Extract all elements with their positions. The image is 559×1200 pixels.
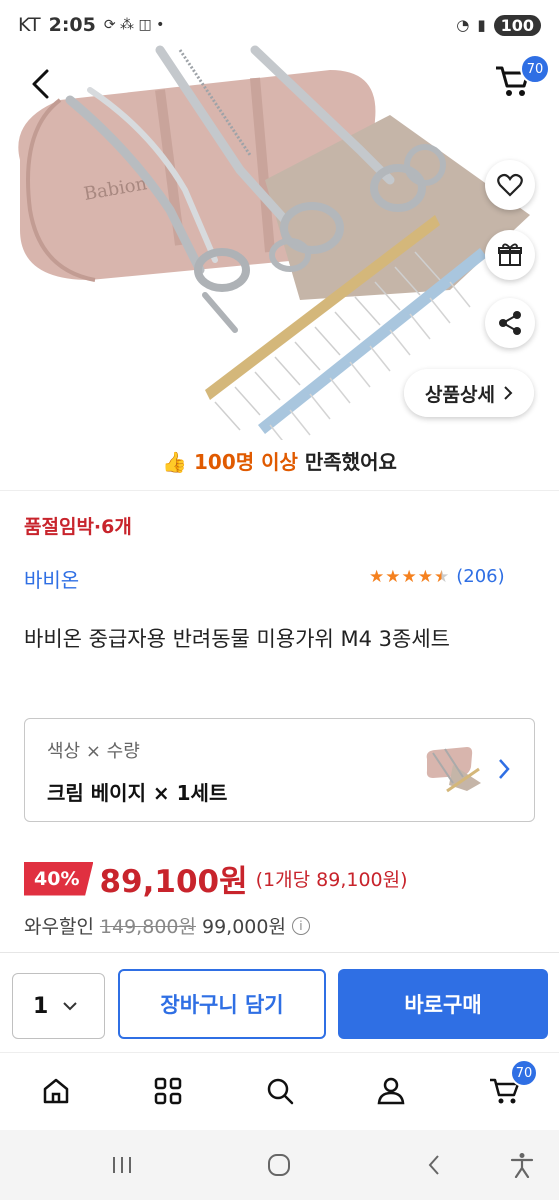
share-icon (499, 311, 521, 335)
cart-count-badge: 70 (520, 54, 550, 84)
satisfaction-count: 100명 이상 (193, 450, 298, 474)
original-price: 149,800원 (99, 916, 196, 938)
battery-indicator: 100 (493, 14, 541, 36)
product-title: 바비온 중급자용 반려동물 미용가위 M4 3종세트 (24, 627, 450, 651)
star-icon: ★ (401, 566, 417, 587)
discount-badge: 40% (24, 861, 94, 896)
purchase-action-bar: 1 장바구니 담기 바로구매 (0, 952, 559, 1052)
recent-apps-icon (113, 1157, 131, 1173)
home-system-button[interactable] (259, 1148, 299, 1182)
half-star-icon: ★ (434, 566, 450, 587)
unit-price: (1개당 89,100원) (255, 869, 408, 891)
thumbs-up-icon: 👍 (162, 450, 188, 474)
tab-categories[interactable] (146, 1071, 190, 1111)
clock: 2:05 (48, 14, 96, 36)
tab-my-account[interactable] (369, 1071, 413, 1111)
price-row: 40% 89,100원 (1개당 89,100원) (24, 856, 408, 901)
home-icon (43, 1078, 69, 1104)
wow-discount-row: 와우할인 149,800원 99,000원 i (24, 912, 310, 939)
stock-notice: 품절임박·6개 (24, 516, 132, 538)
search-icon (267, 1078, 294, 1105)
home-circle-icon (268, 1154, 290, 1176)
quantity-select[interactable]: 1 (12, 973, 105, 1039)
review-count: (206) (456, 566, 505, 587)
grid-icon (154, 1077, 182, 1105)
bottom-tab-bar: 70 (0, 1052, 559, 1130)
option-value: 크림 베이지 × 1세트 (47, 781, 228, 805)
share-button[interactable] (485, 298, 535, 348)
option-label: 색상 × 수량 (47, 741, 140, 762)
gift-icon (498, 243, 522, 266)
tab-search[interactable] (258, 1071, 302, 1111)
cart-count-badge: 70 (510, 1059, 538, 1087)
signal-icon: ▮ (477, 16, 486, 34)
satisfaction-text: 만족했어요 (297, 450, 397, 474)
quantity-value: 1 (33, 993, 49, 1019)
gift-button[interactable] (485, 230, 535, 280)
star-icon: ★ (369, 566, 385, 587)
back-chevron-icon (428, 1155, 439, 1175)
chevron-right-icon (504, 386, 513, 400)
wow-price: 99,000원 (201, 916, 286, 938)
sale-price: 89,100원 (99, 864, 248, 900)
tab-home[interactable] (34, 1071, 78, 1111)
back-button[interactable] (20, 62, 60, 106)
carrier-label: KT (18, 14, 41, 36)
product-detail-button[interactable]: 상품상세 (404, 369, 534, 417)
system-back-button[interactable] (414, 1148, 454, 1182)
wifi-icon: ◔ (456, 16, 470, 34)
accessibility-icon (510, 1153, 534, 1178)
info-icon[interactable]: i (291, 916, 310, 935)
accessibility-button[interactable] (502, 1148, 542, 1182)
chevron-right-icon (499, 759, 510, 779)
option-selector[interactable]: 색상 × 수량 크림 베이지 × 1세트 (24, 718, 535, 822)
heart-icon (497, 173, 523, 197)
tab-cart[interactable]: 70 (482, 1059, 538, 1111)
divider (0, 490, 559, 491)
status-bar: KT 2:05 ⟳ ⁂ ◫ • ◔ ▮ 100 (0, 0, 559, 50)
recent-apps-button[interactable] (102, 1148, 142, 1182)
buy-now-button[interactable]: 바로구매 (338, 969, 548, 1039)
satisfaction-banner: 👍 100명 이상 만족했어요 (0, 446, 559, 475)
person-icon (377, 1077, 405, 1105)
add-to-cart-button[interactable]: 장바구니 담기 (118, 969, 326, 1039)
system-navigation-bar (0, 1130, 559, 1200)
wishlist-button[interactable] (485, 160, 535, 210)
star-icon: ★ (417, 566, 433, 587)
star-icon: ★ (385, 566, 401, 587)
brand-link[interactable]: 바비온 (24, 564, 79, 593)
option-thumbnail (426, 747, 481, 793)
product-detail-label: 상품상세 (425, 383, 495, 406)
notification-icons: ⟳ ⁂ ◫ • (103, 17, 165, 33)
rating-summary[interactable]: ★ ★ ★ ★ ★ (206) (369, 566, 505, 587)
wow-label: 와우할인 (24, 916, 94, 938)
back-arrow-icon (32, 69, 49, 99)
header-cart-button[interactable]: 70 (494, 54, 550, 104)
chevron-down-icon (63, 1002, 78, 1011)
